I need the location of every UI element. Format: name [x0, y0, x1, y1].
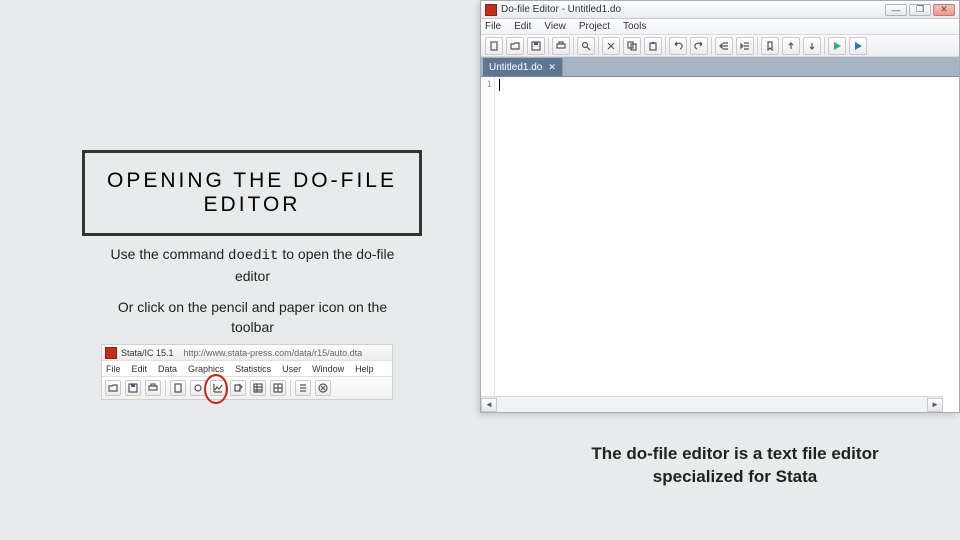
- toolbar-separator: [757, 37, 758, 55]
- save-icon[interactable]: [125, 380, 141, 396]
- horizontal-scrollbar[interactable]: ◄ ►: [481, 396, 943, 412]
- bookmark-icon[interactable]: [761, 37, 779, 55]
- graph-icon[interactable]: [210, 380, 226, 396]
- dofile-text-editor[interactable]: [495, 77, 959, 412]
- menu-graphics[interactable]: Graphics: [188, 364, 224, 374]
- menu-window[interactable]: Window: [312, 364, 344, 374]
- slide-title: OPENING THE DO-FILE EDITOR: [107, 169, 397, 216]
- caption-text: The do-file editor is a text file editor…: [591, 444, 878, 486]
- bookmark-next-icon[interactable]: [803, 37, 821, 55]
- menu-view[interactable]: View: [544, 21, 566, 32]
- menu-file[interactable]: File: [106, 364, 121, 374]
- menu-edit[interactable]: Edit: [514, 21, 531, 32]
- new-icon[interactable]: [485, 37, 503, 55]
- undo-icon[interactable]: [669, 37, 687, 55]
- save-icon[interactable]: [527, 37, 545, 55]
- menu-user[interactable]: User: [282, 364, 301, 374]
- dofile-tabstrip: Untitled1.do ✕: [481, 57, 959, 77]
- dofile-titlebar: Do-file Editor - Untitled1.do — ❐ ✕: [481, 1, 959, 19]
- instruction1-pre: Use the command: [111, 246, 229, 262]
- execute-run-icon[interactable]: [849, 37, 867, 55]
- stata-url-text: http://www.stata-press.com/data/r15/auto…: [184, 348, 363, 358]
- menu-file[interactable]: File: [485, 21, 501, 32]
- scroll-track[interactable]: [497, 398, 927, 412]
- window-close-button[interactable]: ✕: [933, 4, 955, 16]
- execute-do-icon[interactable]: [828, 37, 846, 55]
- dofile-logo-icon: [485, 4, 497, 16]
- data-browser-icon[interactable]: [270, 380, 286, 396]
- toolbar-separator: [711, 37, 712, 55]
- copy-icon[interactable]: [623, 37, 641, 55]
- text-caret: [499, 79, 500, 91]
- menu-help[interactable]: Help: [355, 364, 374, 374]
- menu-statistics[interactable]: Statistics: [235, 364, 271, 374]
- dofile-line-gutter: 1: [481, 77, 495, 412]
- scroll-left-arrow-icon[interactable]: ◄: [481, 398, 497, 412]
- variables-icon[interactable]: [295, 380, 311, 396]
- instruction2-text: Or click on the pencil and paper icon on…: [118, 299, 387, 335]
- open-icon[interactable]: [506, 37, 524, 55]
- toolbar-separator: [290, 380, 291, 396]
- stata-main-screenshot: Stata/IC 15.1 http://www.stata-press.com…: [101, 344, 393, 400]
- dofile-editor-window: Do-file Editor - Untitled1.do — ❐ ✕ File…: [480, 0, 960, 413]
- menu-project[interactable]: Project: [579, 21, 610, 32]
- toolbar-separator: [165, 380, 166, 396]
- scroll-right-arrow-icon[interactable]: ►: [927, 398, 943, 412]
- log-icon[interactable]: [170, 380, 186, 396]
- menu-edit[interactable]: Edit: [132, 364, 148, 374]
- line-number-1: 1: [481, 79, 492, 89]
- instruction1-code: doedit: [228, 248, 278, 264]
- window-minimize-button[interactable]: —: [885, 4, 907, 16]
- bookmark-prev-icon[interactable]: [782, 37, 800, 55]
- dofile-body: 1: [481, 77, 959, 412]
- data-editor-icon[interactable]: [250, 380, 266, 396]
- toolbar-separator: [665, 37, 666, 55]
- stata-logo-icon: [105, 347, 117, 359]
- break-icon[interactable]: [315, 380, 331, 396]
- open-icon[interactable]: [105, 380, 121, 396]
- indent-icon[interactable]: [715, 37, 733, 55]
- instruction-click-icon: Or click on the pencil and paper icon on…: [95, 298, 410, 337]
- cut-icon[interactable]: [602, 37, 620, 55]
- stata-main-menubar: File Edit Data Graphics Statistics User …: [102, 361, 392, 377]
- bottom-caption: The do-file editor is a text file editor…: [560, 443, 910, 489]
- toolbar-separator: [573, 37, 574, 55]
- stata-app-title: Stata/IC 15.1: [121, 348, 174, 358]
- redo-icon[interactable]: [690, 37, 708, 55]
- window-maximize-button[interactable]: ❐: [909, 4, 931, 16]
- menu-data[interactable]: Data: [158, 364, 177, 374]
- dofile-tab[interactable]: Untitled1.do ✕: [483, 58, 563, 76]
- dofile-tab-close-icon[interactable]: ✕: [548, 62, 556, 73]
- dofile-window-title: Do-file Editor - Untitled1.do: [501, 4, 621, 15]
- print-icon[interactable]: [145, 380, 161, 396]
- dofile-menubar: File Edit View Project Tools: [481, 19, 959, 35]
- close-icon: ✕: [940, 4, 948, 15]
- find-icon[interactable]: [577, 37, 595, 55]
- dofile-toolbar: [481, 35, 959, 57]
- instruction-use-command: Use the command doedit to open the do-fi…: [95, 244, 410, 287]
- maximize-icon: ❐: [916, 4, 924, 15]
- toolbar-separator: [548, 37, 549, 55]
- dofile-tab-label: Untitled1.do: [489, 62, 542, 73]
- outdent-icon[interactable]: [736, 37, 754, 55]
- toolbar-separator: [824, 37, 825, 55]
- paste-icon[interactable]: [644, 37, 662, 55]
- slide-title-box: OPENING THE DO-FILE EDITOR: [82, 150, 422, 236]
- toolbar-separator: [598, 37, 599, 55]
- menu-tools[interactable]: Tools: [623, 21, 646, 32]
- viewer-icon[interactable]: [190, 380, 206, 396]
- minimize-icon: —: [892, 5, 901, 15]
- stata-main-titlebar: Stata/IC 15.1 http://www.stata-press.com…: [102, 345, 392, 361]
- do-file-editor-icon[interactable]: [230, 380, 246, 396]
- print-icon[interactable]: [552, 37, 570, 55]
- stata-main-toolbar: [102, 377, 392, 399]
